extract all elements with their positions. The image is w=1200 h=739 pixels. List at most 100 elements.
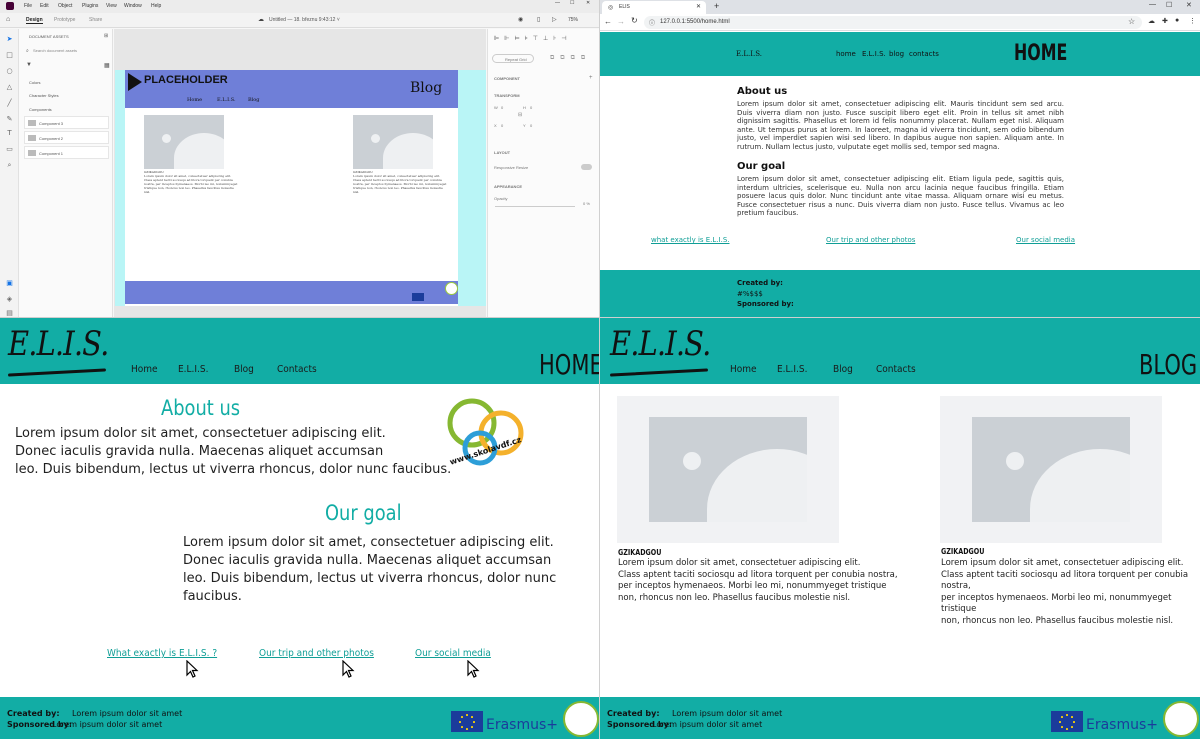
maximize-icon[interactable]: ☐	[1166, 1, 1172, 9]
browser-tab[interactable]: ◎ ELIS ✕	[602, 1, 706, 14]
forward-icon[interactable]: →	[617, 17, 625, 26]
link-trip-photos[interactable]: Our trip and other photos	[826, 236, 915, 244]
nav-contacts[interactable]: Contacts	[876, 364, 916, 375]
link-social-media[interactable]: Our social media	[1016, 236, 1075, 244]
add-asset-icon[interactable]: ⊞	[104, 33, 108, 39]
minimize-icon[interactable]: —	[1149, 1, 1156, 8]
link-social-media[interactable]: Our social media	[415, 648, 491, 659]
character-styles-section[interactable]: Character Styles	[29, 93, 59, 98]
rectangle-tool-icon[interactable]: □	[5, 51, 14, 59]
ellipse-tool-icon[interactable]: ○	[5, 67, 14, 75]
menu-help[interactable]: Help	[151, 3, 161, 9]
home-icon[interactable]: ⌂	[6, 16, 10, 23]
assets-search-input[interactable]: Search document assets	[33, 48, 77, 53]
responsive-resize-toggle[interactable]	[581, 164, 592, 170]
opacity-value[interactable]: 0 %	[583, 201, 590, 206]
site-nav-blog[interactable]: blog	[889, 50, 904, 58]
assets-icon[interactable]: ▣	[5, 279, 14, 287]
close-icon[interactable]: ✕	[586, 0, 590, 6]
plugins-icon[interactable]: ▤	[5, 309, 14, 317]
site-nav-home[interactable]: home	[836, 50, 856, 58]
minimize-icon[interactable]: —	[555, 0, 560, 6]
select-tool-icon[interactable]: ➤	[5, 35, 14, 43]
document-title[interactable]: Untitled — 18. březnu 9:43:12 ˅	[269, 17, 340, 23]
nav-elis[interactable]: E.L.I.S.	[777, 364, 807, 375]
link-what-is-elis[interactable]: what exactly is E.L.I.S.	[651, 236, 730, 244]
zoom-tool-icon[interactable]: ⌕	[5, 161, 14, 169]
menu-file[interactable]: File	[24, 3, 32, 9]
site-nav-elis[interactable]: E.L.I.S.	[862, 50, 886, 58]
nav-blog[interactable]: Blog	[234, 364, 254, 375]
opacity-slider[interactable]	[495, 206, 575, 207]
y-field[interactable]: 0	[530, 123, 532, 128]
tab-design[interactable]: Design	[26, 17, 43, 24]
filter-icon[interactable]: ▼	[26, 62, 32, 68]
polygon-tool-icon[interactable]: △	[5, 83, 14, 91]
elis-logo[interactable]: E.L.I.S.	[6, 322, 109, 380]
blog-card-image[interactable]	[940, 396, 1162, 543]
mock-footer[interactable]	[125, 281, 458, 304]
menu-plugins[interactable]: Plugins	[82, 3, 98, 9]
mock-card-image[interactable]	[353, 115, 433, 169]
reload-icon[interactable]: ↻	[631, 16, 638, 25]
mock-card-image[interactable]	[144, 115, 224, 169]
play-icon[interactable]: ▷	[552, 16, 557, 23]
nav-elis[interactable]: E.L.I.S.	[178, 364, 208, 375]
user-icon[interactable]: ◉	[518, 16, 523, 23]
puzzle-icon[interactable]: ✚	[1162, 17, 1168, 25]
zoom-level[interactable]: 75%	[568, 17, 578, 23]
w-field[interactable]: 0	[501, 105, 503, 110]
site-nav-contacts[interactable]: contacts	[909, 50, 939, 58]
link-what-is-elis[interactable]: What exactly is E.L.I.S. ?	[107, 648, 217, 659]
sun-shape	[371, 134, 380, 143]
goal-title: Our goal	[325, 501, 402, 525]
menu-view[interactable]: View	[106, 3, 117, 9]
lock-aspect-icon[interactable]: ⊟	[518, 112, 522, 118]
boolean-icons[interactable]: ⧉⧉⧉⧉	[550, 55, 591, 62]
close-icon[interactable]: ✕	[1186, 1, 1192, 9]
menu-window[interactable]: Window	[124, 3, 142, 9]
eu-flag-icon	[1051, 711, 1083, 732]
nav-contacts[interactable]: Contacts	[277, 364, 317, 375]
menu-edit[interactable]: Edit	[40, 3, 49, 9]
device-preview-icon[interactable]: ▯	[537, 16, 540, 23]
align-icons[interactable]: ⊫⊩⊨⊧⊤⊥⊦⊣	[494, 35, 572, 42]
more-menu-icon[interactable]: ⋮	[1189, 17, 1196, 25]
h-field[interactable]: 0	[530, 105, 532, 110]
add-component-icon[interactable]: +	[589, 75, 593, 81]
menu-object[interactable]: Object	[58, 3, 72, 9]
component-item[interactable]: Component 2	[24, 131, 109, 144]
tab-close-icon[interactable]: ✕	[696, 3, 701, 10]
nav-home[interactable]: Home	[131, 364, 158, 375]
elis-logo[interactable]: E.L.I.S.	[608, 322, 711, 380]
profile-icon[interactable]: ●	[1175, 17, 1179, 24]
new-tab-icon[interactable]: +	[714, 1, 719, 11]
nav-home[interactable]: Home	[730, 364, 757, 375]
line-tool-icon[interactable]: ╱	[5, 99, 14, 107]
components-section[interactable]: Components	[29, 107, 52, 112]
created-by-label: Created by:	[737, 279, 783, 287]
mock-header[interactable]: PLACEHOLDER Blog Home E.L.I.S. Blog	[125, 70, 458, 108]
tab-share[interactable]: Share	[89, 17, 102, 23]
x-field[interactable]: 0	[501, 123, 503, 128]
bookmark-star-icon[interactable]: ☆	[1128, 17, 1135, 26]
artboard-tool-icon[interactable]: ▭	[5, 145, 14, 153]
grid-view-icon[interactable]: ▦	[104, 62, 110, 69]
blog-card-line: Lorem ipsum dolor sit amet, consectetuer…	[941, 558, 1184, 568]
nav-blog[interactable]: Blog	[833, 364, 853, 375]
site-brand[interactable]: E.L.I.S.	[736, 50, 762, 58]
blog-card-image[interactable]	[617, 396, 839, 543]
repeat-grid-button[interactable]: Repeat Grid	[492, 54, 534, 63]
text-tool-icon[interactable]: T	[5, 129, 14, 137]
pen-tool-icon[interactable]: ✎	[5, 115, 14, 123]
component-item[interactable]: Component 3	[24, 116, 109, 129]
layers-icon[interactable]: ◈	[5, 295, 14, 303]
colors-section[interactable]: Colors	[29, 80, 41, 85]
tab-prototype[interactable]: Prototype	[54, 17, 75, 23]
back-icon[interactable]: ←	[604, 17, 612, 26]
address-bar[interactable]: ⓘ 127.0.0.1:5500/home.html ☆	[644, 16, 1142, 29]
maximize-icon[interactable]: ☐	[570, 0, 574, 6]
component-item[interactable]: Component 1	[24, 146, 109, 159]
extension-icon[interactable]: ☁	[1148, 17, 1155, 25]
link-trip-photos[interactable]: Our trip and other photos	[259, 648, 374, 659]
